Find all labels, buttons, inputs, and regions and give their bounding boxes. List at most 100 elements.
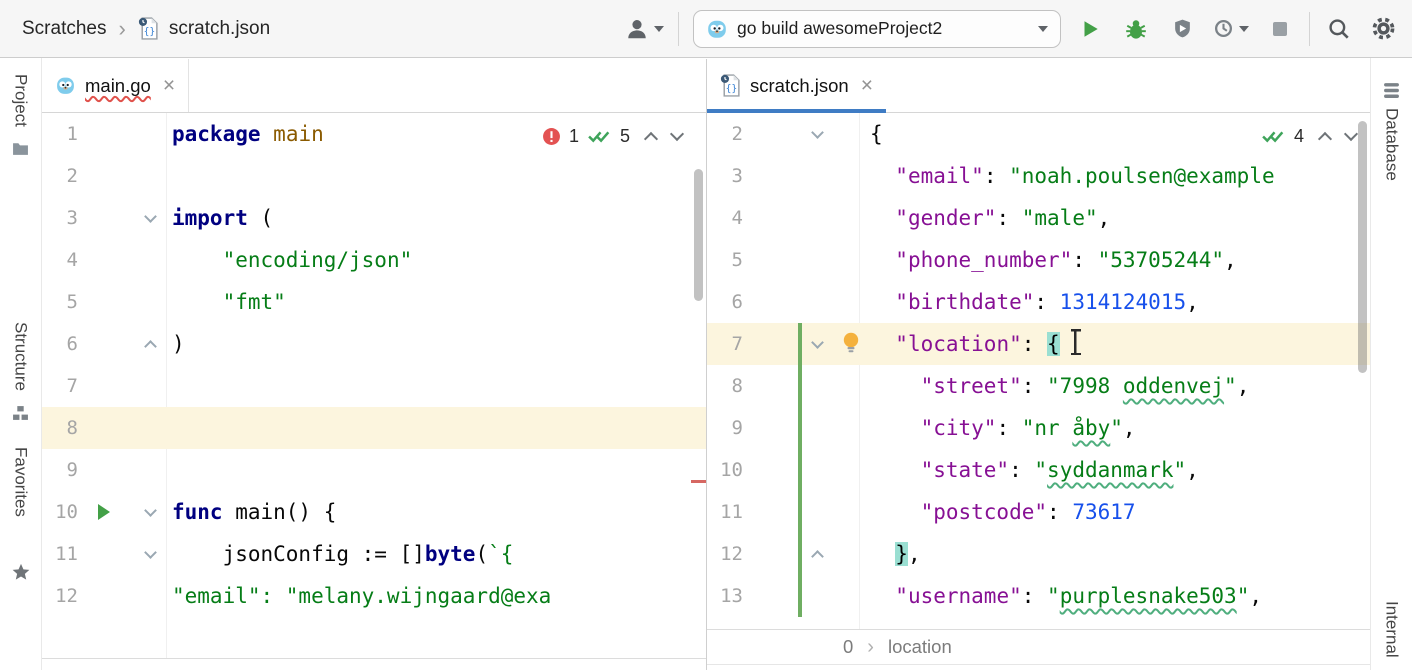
code-token: byte [425, 542, 476, 566]
code-line[interactable]: 6) [42, 323, 706, 365]
chevron-down-icon [1038, 26, 1048, 32]
breadcrumb-item-node[interactable]: location [888, 636, 952, 658]
code-token: åby [1072, 416, 1110, 440]
code-text: "birthdate": 1314124015, [870, 281, 1199, 323]
code-line[interactable]: 13 "username": "purplesnake503", [707, 575, 1370, 617]
fold-marker-icon[interactable] [144, 210, 157, 223]
close-icon[interactable]: × [861, 75, 873, 96]
breadcrumb-item-scratches[interactable]: Scratches [22, 18, 106, 40]
code-token: : [1022, 332, 1047, 356]
code-token: jsonConfig := [] [172, 542, 425, 566]
code-line[interactable]: 3import ( [42, 197, 706, 239]
chevron-down-icon [1239, 26, 1249, 32]
code-token [261, 122, 274, 146]
code-line[interactable]: 6 "birthdate": 1314124015, [707, 281, 1370, 323]
code-token: "postcode" [921, 500, 1047, 524]
star-icon[interactable] [12, 563, 30, 581]
inspections-widget[interactable]: 4 [1261, 126, 1356, 147]
line-number: 2 [707, 113, 743, 155]
debug-button[interactable] [1121, 14, 1151, 44]
tab-main-go[interactable]: main.go × [42, 59, 189, 112]
code-token: main() { [223, 500, 337, 524]
editor-tabbar: main.go × [42, 59, 706, 113]
code-token: , [1249, 584, 1262, 608]
code-line[interactable]: 5 "fmt" [42, 281, 706, 323]
toolwindow-structure[interactable]: Structure [11, 322, 31, 391]
code-token: : [1034, 290, 1059, 314]
code-line[interactable]: 11 jsonConfig := []byte(`{ [42, 533, 706, 575]
line-number: 12 [707, 533, 743, 575]
code-editor-area[interactable]: 1package main23import (4 "encoding/json"… [42, 113, 706, 658]
toolwindow-project[interactable]: Project [11, 74, 31, 127]
code-line[interactable]: 12 }, [707, 533, 1370, 575]
code-line[interactable]: 9 "city": "nr åby", [707, 407, 1370, 449]
code-line[interactable]: 5 "phone_number": "53705244", [707, 239, 1370, 281]
toolwindow-database[interactable]: Database [1382, 108, 1402, 181]
error-icon [542, 127, 561, 146]
svg-text:{}: {} [726, 83, 737, 94]
structure-icon[interactable] [12, 405, 29, 421]
code-line[interactable]: 11 "postcode": 73617 [707, 491, 1370, 533]
toolwindow-favorites[interactable]: Favorites [11, 447, 31, 517]
profiler-button[interactable] [1213, 18, 1249, 39]
code-token: " [1047, 584, 1060, 608]
intention-bulb-icon[interactable] [841, 331, 861, 358]
svg-text:{}: {} [144, 26, 155, 37]
code-line[interactable]: 8 [42, 407, 706, 449]
run-config-select[interactable]: go build awesomeProject2 [693, 10, 1061, 48]
breadcrumb-item-file[interactable]: scratch.json [169, 18, 270, 40]
error-stripe-mark[interactable] [691, 480, 706, 483]
arrow-up-icon[interactable] [644, 132, 658, 146]
user-menu[interactable] [625, 17, 664, 41]
code-line[interactable]: 7 [42, 365, 706, 407]
fold-marker-icon[interactable] [144, 504, 157, 517]
code-line[interactable]: 7 "location": { [707, 323, 1370, 365]
database-icon[interactable] [1383, 82, 1400, 99]
vertical-scrollbar-thumb[interactable] [1358, 121, 1367, 373]
toolwindow-internal[interactable]: Internal [1382, 601, 1402, 658]
tab-scratch-json[interactable]: {} scratch.json × [707, 59, 886, 112]
vertical-scrollbar-thumb[interactable] [694, 169, 703, 301]
code-lines: 1package main23import (4 "encoding/json"… [42, 113, 706, 617]
code-token: main [273, 122, 324, 146]
stop-button[interactable] [1265, 14, 1295, 44]
fold-marker-icon[interactable] [811, 550, 824, 563]
fold-marker-icon[interactable] [811, 126, 824, 139]
code-line[interactable]: 2 [42, 155, 706, 197]
code-line[interactable]: 4 "gender": "male", [707, 197, 1370, 239]
code-token: : [1022, 584, 1047, 608]
code-line[interactable]: 9 [42, 449, 706, 491]
code-line[interactable]: 12"email": "melany.wijngaard@exa [42, 575, 706, 617]
fold-marker-icon[interactable] [144, 546, 157, 559]
passed-count: 4 [1294, 126, 1304, 147]
inspections-widget[interactable]: 1 5 [542, 126, 682, 147]
coverage-button[interactable] [1167, 14, 1197, 44]
code-token: import [172, 206, 248, 230]
code-line[interactable]: 3 "email": "noah.poulsen@example [707, 155, 1370, 197]
code-editor-area[interactable]: 2 {3 "email": "noah.poulsen@example4 "gen… [707, 113, 1370, 629]
breadcrumb-item-index[interactable]: 0 [843, 636, 853, 658]
code-token: "encoding/json" [223, 248, 413, 272]
code-token: { [870, 122, 883, 146]
code-text: func main() { [172, 491, 336, 533]
folder-icon[interactable] [12, 141, 29, 156]
code-text: import ( [172, 197, 273, 239]
search-everywhere-button[interactable] [1324, 14, 1354, 44]
run-button[interactable] [1075, 14, 1105, 44]
code-token: "fmt" [223, 290, 286, 314]
settings-gear-icon[interactable] [1368, 14, 1398, 44]
code-token: func [172, 500, 223, 524]
close-icon[interactable]: × [163, 75, 175, 96]
fold-marker-icon[interactable] [144, 340, 157, 353]
code-line[interactable]: 10func main() { [42, 491, 706, 533]
code-token: : [1072, 248, 1097, 272]
error-count: 1 [569, 126, 579, 147]
fold-marker-icon[interactable] [811, 336, 824, 349]
code-line[interactable]: 8 "street": "7998 oddenvej", [707, 365, 1370, 407]
run-gutter-icon[interactable] [98, 504, 110, 520]
arrow-up-icon[interactable] [1318, 132, 1332, 146]
arrow-down-icon[interactable] [1344, 127, 1358, 141]
code-line[interactable]: 4 "encoding/json" [42, 239, 706, 281]
code-line[interactable]: 10 "state": "syddanmark", [707, 449, 1370, 491]
arrow-down-icon[interactable] [670, 127, 684, 141]
